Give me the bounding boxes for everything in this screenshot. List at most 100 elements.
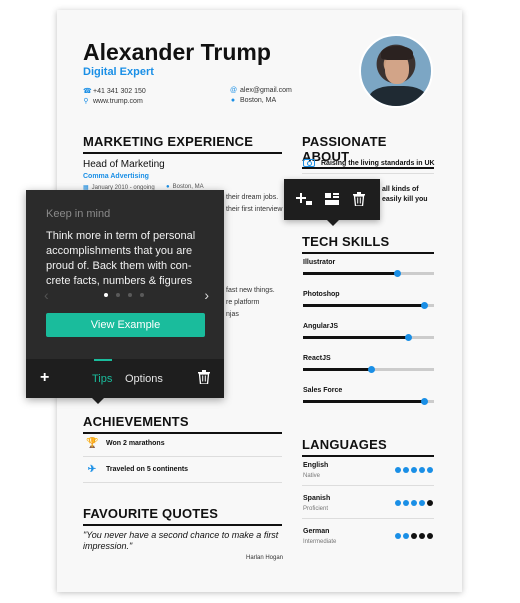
carousel-dot[interactable] (104, 293, 108, 297)
section-quotes-title[interactable]: FAVOURITE QUOTES (83, 506, 282, 526)
skill-slider-knob[interactable] (404, 334, 412, 341)
contact-phone[interactable]: ☎ +41 341 302 150 (83, 87, 146, 96)
contact-email[interactable]: @ alex@gmail.com (230, 87, 292, 94)
carousel-dot[interactable] (116, 293, 120, 297)
language-rating[interactable] (395, 533, 433, 539)
divider (83, 456, 282, 457)
section-languages-title[interactable]: LANGUAGES (302, 437, 434, 457)
email-icon: @ (230, 87, 238, 94)
contact-website[interactable]: ⚲ www.trump.com (83, 97, 143, 106)
chevron-right-icon[interactable]: › (204, 287, 209, 303)
experience-peek-5: njas (226, 311, 239, 318)
rating-dot (403, 533, 409, 539)
language-rating[interactable] (395, 467, 433, 473)
website-text: www.trump.com (93, 97, 143, 105)
language-level: Intermediate (303, 539, 337, 545)
rating-dot (419, 533, 425, 539)
section-achievements-title[interactable]: ACHIEVEMENTS (83, 414, 282, 434)
experience-peek-4: re platform (226, 299, 260, 306)
link-icon: ⚲ (83, 98, 89, 105)
rating-dot (411, 500, 417, 506)
delete-section-button[interactable] (198, 370, 212, 386)
job-title[interactable]: Head of Marketing (83, 159, 165, 170)
rating-dot (419, 467, 425, 473)
plane-icon: ✈ (87, 464, 97, 475)
language-name[interactable]: English (303, 462, 328, 469)
language-name[interactable]: Spanish (303, 495, 330, 502)
plus-icon (296, 193, 312, 205)
carousel-dot[interactable] (128, 293, 132, 297)
view-example-button[interactable]: View Example (46, 313, 205, 337)
rating-dot (427, 533, 433, 539)
tab-options[interactable]: Options (125, 373, 163, 385)
avatar[interactable] (359, 34, 433, 108)
location-text: Boston, MA (240, 97, 277, 104)
experience-peek-2: their first interview (226, 206, 283, 213)
add-section-button[interactable]: + (40, 369, 49, 387)
divider (302, 518, 434, 519)
section-toolbar (284, 179, 380, 220)
layout-icon (325, 193, 339, 205)
toolbar-pointer (327, 220, 339, 226)
active-tab-indicator (94, 359, 112, 361)
skill-bar[interactable] (303, 398, 434, 405)
quote-author[interactable]: Harlan Hogan (246, 555, 283, 561)
tips-body: Think more in term of personal accomplis… (46, 230, 196, 287)
achievement-item[interactable]: 🏆 Won 2 marathons (86, 438, 165, 449)
achievement-item[interactable]: ✈ Traveled on 5 continents (86, 464, 188, 475)
language-name[interactable]: German (303, 528, 329, 535)
tab-tips[interactable]: Tips (92, 373, 112, 385)
skill-bar[interactable] (303, 366, 434, 373)
chevron-left-icon[interactable]: ‹ (44, 287, 49, 303)
job-company[interactable]: Comma Advertising (83, 173, 149, 180)
trophy-icon: 🏆 (86, 438, 99, 449)
skill-label[interactable]: AngularJS (303, 323, 338, 330)
rating-dot (403, 467, 409, 473)
rating-dot (411, 533, 417, 539)
passion-peek-2: easily kill you (382, 196, 428, 203)
rating-dot (427, 467, 433, 473)
tips-heading: Keep in mind (46, 208, 111, 220)
skill-label[interactable]: Photoshop (303, 291, 340, 298)
resume-name[interactable]: Alexander Trump (83, 39, 271, 66)
skill-bar[interactable] (303, 334, 434, 341)
carousel-dot[interactable] (140, 293, 144, 297)
language-level: Native (303, 473, 321, 479)
divider (302, 485, 434, 486)
divider (302, 173, 434, 174)
trash-icon (198, 370, 210, 385)
rating-dot (395, 533, 401, 539)
tips-panel: Keep in mind Think more in term of perso… (26, 190, 224, 398)
skill-label[interactable]: Illustrator (303, 259, 335, 266)
location-pin-icon: ● (230, 97, 236, 104)
money-icon (303, 159, 315, 167)
add-item-button[interactable] (295, 190, 313, 208)
panel-tab-bar: + Tips Options (26, 359, 224, 398)
contact-location[interactable]: ● Boston, MA (230, 97, 276, 104)
divider (83, 482, 282, 483)
skill-bar[interactable] (303, 270, 434, 277)
quote-text[interactable]: "You never have a second chance to make … (83, 530, 283, 552)
rating-dot (427, 500, 433, 506)
rating-dot (395, 467, 401, 473)
passion-peek-1: all kinds of (382, 186, 419, 193)
skill-slider-knob[interactable] (420, 302, 428, 309)
phone-icon: ☎ (83, 88, 92, 95)
phone-text: +41 341 302 150 (93, 87, 146, 95)
email-text: alex@gmail.com (240, 87, 292, 94)
passion-item[interactable]: Raising the living standards in UK (303, 159, 435, 167)
rating-dot (403, 500, 409, 506)
skill-bar[interactable] (303, 302, 434, 309)
tips-carousel: ‹ › (44, 287, 209, 303)
layout-button[interactable] (323, 190, 341, 208)
delete-button[interactable] (350, 190, 368, 208)
rating-dot (395, 500, 401, 506)
resume-role[interactable]: Digital Expert (83, 66, 154, 78)
section-experience-title[interactable]: MARKETING EXPERIENCE (83, 134, 282, 154)
section-tech-title[interactable]: TECH SKILLS (302, 234, 434, 254)
skill-label[interactable]: ReactJS (303, 355, 331, 362)
skill-slider-knob[interactable] (420, 398, 428, 405)
skill-label[interactable]: Sales Force (303, 387, 342, 394)
experience-peek-3: fast new things. (226, 287, 275, 294)
language-rating[interactable] (395, 500, 433, 506)
